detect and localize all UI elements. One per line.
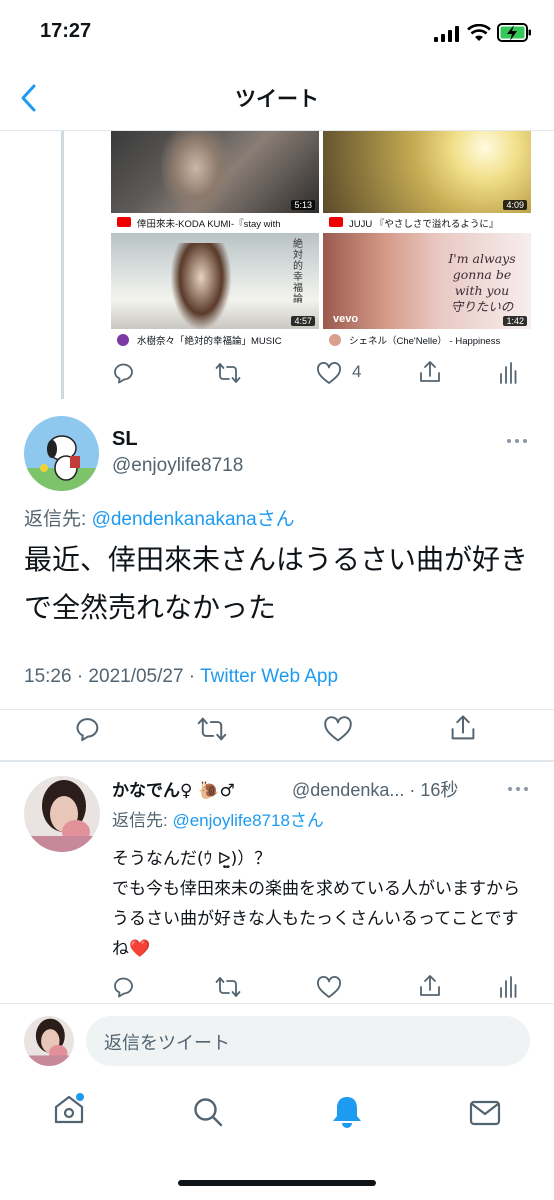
user-handle-time[interactable]: @dendenka... · 16秒 [292, 776, 458, 802]
analytics-icon[interactable] [498, 361, 518, 385]
reply-icon[interactable] [112, 361, 136, 385]
status-bar: 17:27 [0, 0, 554, 66]
tweet-metadata: 15:26 · 2021/05/27 · Twitter Web App [24, 666, 339, 687]
channel-avatar [329, 334, 341, 346]
user-handle[interactable]: @enjoylife8718 [112, 455, 243, 477]
video-grid: 5:13 倖田來未-KODA KUMI-『stay with 4:09 JUJU… [111, 131, 531, 347]
video-title: 倖田來未-KODA KUMI-『stay with [137, 219, 281, 230]
video-overlay-lyrics: I'm always gonna be with you 守りたいの [448, 251, 516, 314]
avatar-sl[interactable] [24, 416, 99, 491]
messages-icon[interactable] [469, 1100, 501, 1126]
share-icon[interactable] [449, 713, 477, 743]
video-duration: 4:57 [291, 316, 315, 326]
search-icon[interactable] [192, 1096, 224, 1128]
video-card-2[interactable]: 4:09 JUJU 『やさしさで溢れるように』 [323, 131, 531, 231]
wifi-icon [467, 24, 491, 41]
source-link[interactable]: Twitter Web App [200, 666, 338, 687]
my-avatar[interactable] [24, 1016, 74, 1066]
video-card-3[interactable]: 絶対的幸福論 4:57 水樹奈々「絶対的幸福論」MUSIC [111, 233, 319, 347]
tweet-text: 最近、倖田來未さんはうるさい曲が好きで全然売れなかった [24, 543, 529, 624]
video-card-4[interactable]: I'm always gonna be with you 守りたいの vevo … [323, 233, 531, 347]
video-duration: 5:13 [291, 200, 315, 210]
more-options-icon[interactable] [506, 785, 530, 793]
display-name[interactable]: かなでん♀ 🐌♂ [112, 776, 235, 801]
youtube-icon [329, 217, 343, 227]
page-title: ツイート [235, 88, 319, 111]
video-card-1[interactable]: 5:13 倖田來未-KODA KUMI-『stay with [111, 131, 319, 231]
share-icon[interactable] [418, 359, 442, 385]
video-thumbnail [323, 131, 531, 213]
home-indicator [178, 1180, 376, 1186]
video-title: JUJU 『やさしさで溢れるように』 [349, 219, 499, 230]
status-time: 17:27 [40, 20, 92, 42]
like-icon[interactable] [323, 716, 353, 744]
retweet-icon[interactable] [197, 715, 227, 743]
like-count: 4 [352, 362, 362, 381]
more-options-icon[interactable] [505, 437, 529, 445]
battery-charging-icon [497, 23, 531, 42]
notifications-bell-icon[interactable] [330, 1094, 364, 1130]
avatar-kanaden[interactable] [24, 776, 100, 852]
video-overlay-text: 絶対的幸福論 [293, 239, 303, 305]
divider [0, 760, 554, 762]
mention-link[interactable]: @enjoylife8718さん [172, 811, 323, 830]
header: ツイート [0, 66, 554, 131]
channel-avatar [117, 334, 129, 346]
youtube-icon [117, 217, 131, 227]
video-duration: 1:42 [503, 316, 527, 326]
video-title: 水樹奈々「絶対的幸福論」MUSIC [137, 336, 282, 347]
reply-input-placeholder: 返信をツイート [104, 1033, 230, 1053]
share-icon[interactable] [418, 973, 442, 999]
divider [0, 709, 554, 710]
tweet-text: そうなんだ(ｳ ᐅ̤̫)）？ でも今も倖田來未の楽曲を求めている人がいますからう… [112, 849, 520, 959]
reply-icon[interactable] [112, 975, 136, 999]
like-icon[interactable] [316, 362, 342, 386]
reply-icon[interactable] [74, 715, 102, 743]
signal-icon [434, 26, 459, 42]
reply-input[interactable]: 返信をツイート [86, 1016, 530, 1066]
home-icon[interactable] [52, 1092, 86, 1126]
mention-link[interactable]: @dendenkanakanaさん [92, 509, 295, 530]
reply-context: 返信先: @dendenkanakanaさん [24, 509, 295, 530]
retweet-icon[interactable] [215, 361, 241, 385]
divider [0, 1003, 554, 1004]
vevo-logo: vevo [333, 313, 359, 325]
video-duration: 4:09 [503, 200, 527, 210]
thread-line [61, 131, 64, 399]
retweet-icon[interactable] [215, 975, 241, 999]
display-name[interactable]: SL [112, 428, 138, 451]
analytics-icon[interactable] [498, 975, 518, 999]
reply-context: 返信先: @enjoylife8718さん [112, 811, 324, 830]
like-icon[interactable] [316, 976, 342, 1000]
video-title: シェネル（Che'Nelle） - Happiness [349, 336, 501, 347]
